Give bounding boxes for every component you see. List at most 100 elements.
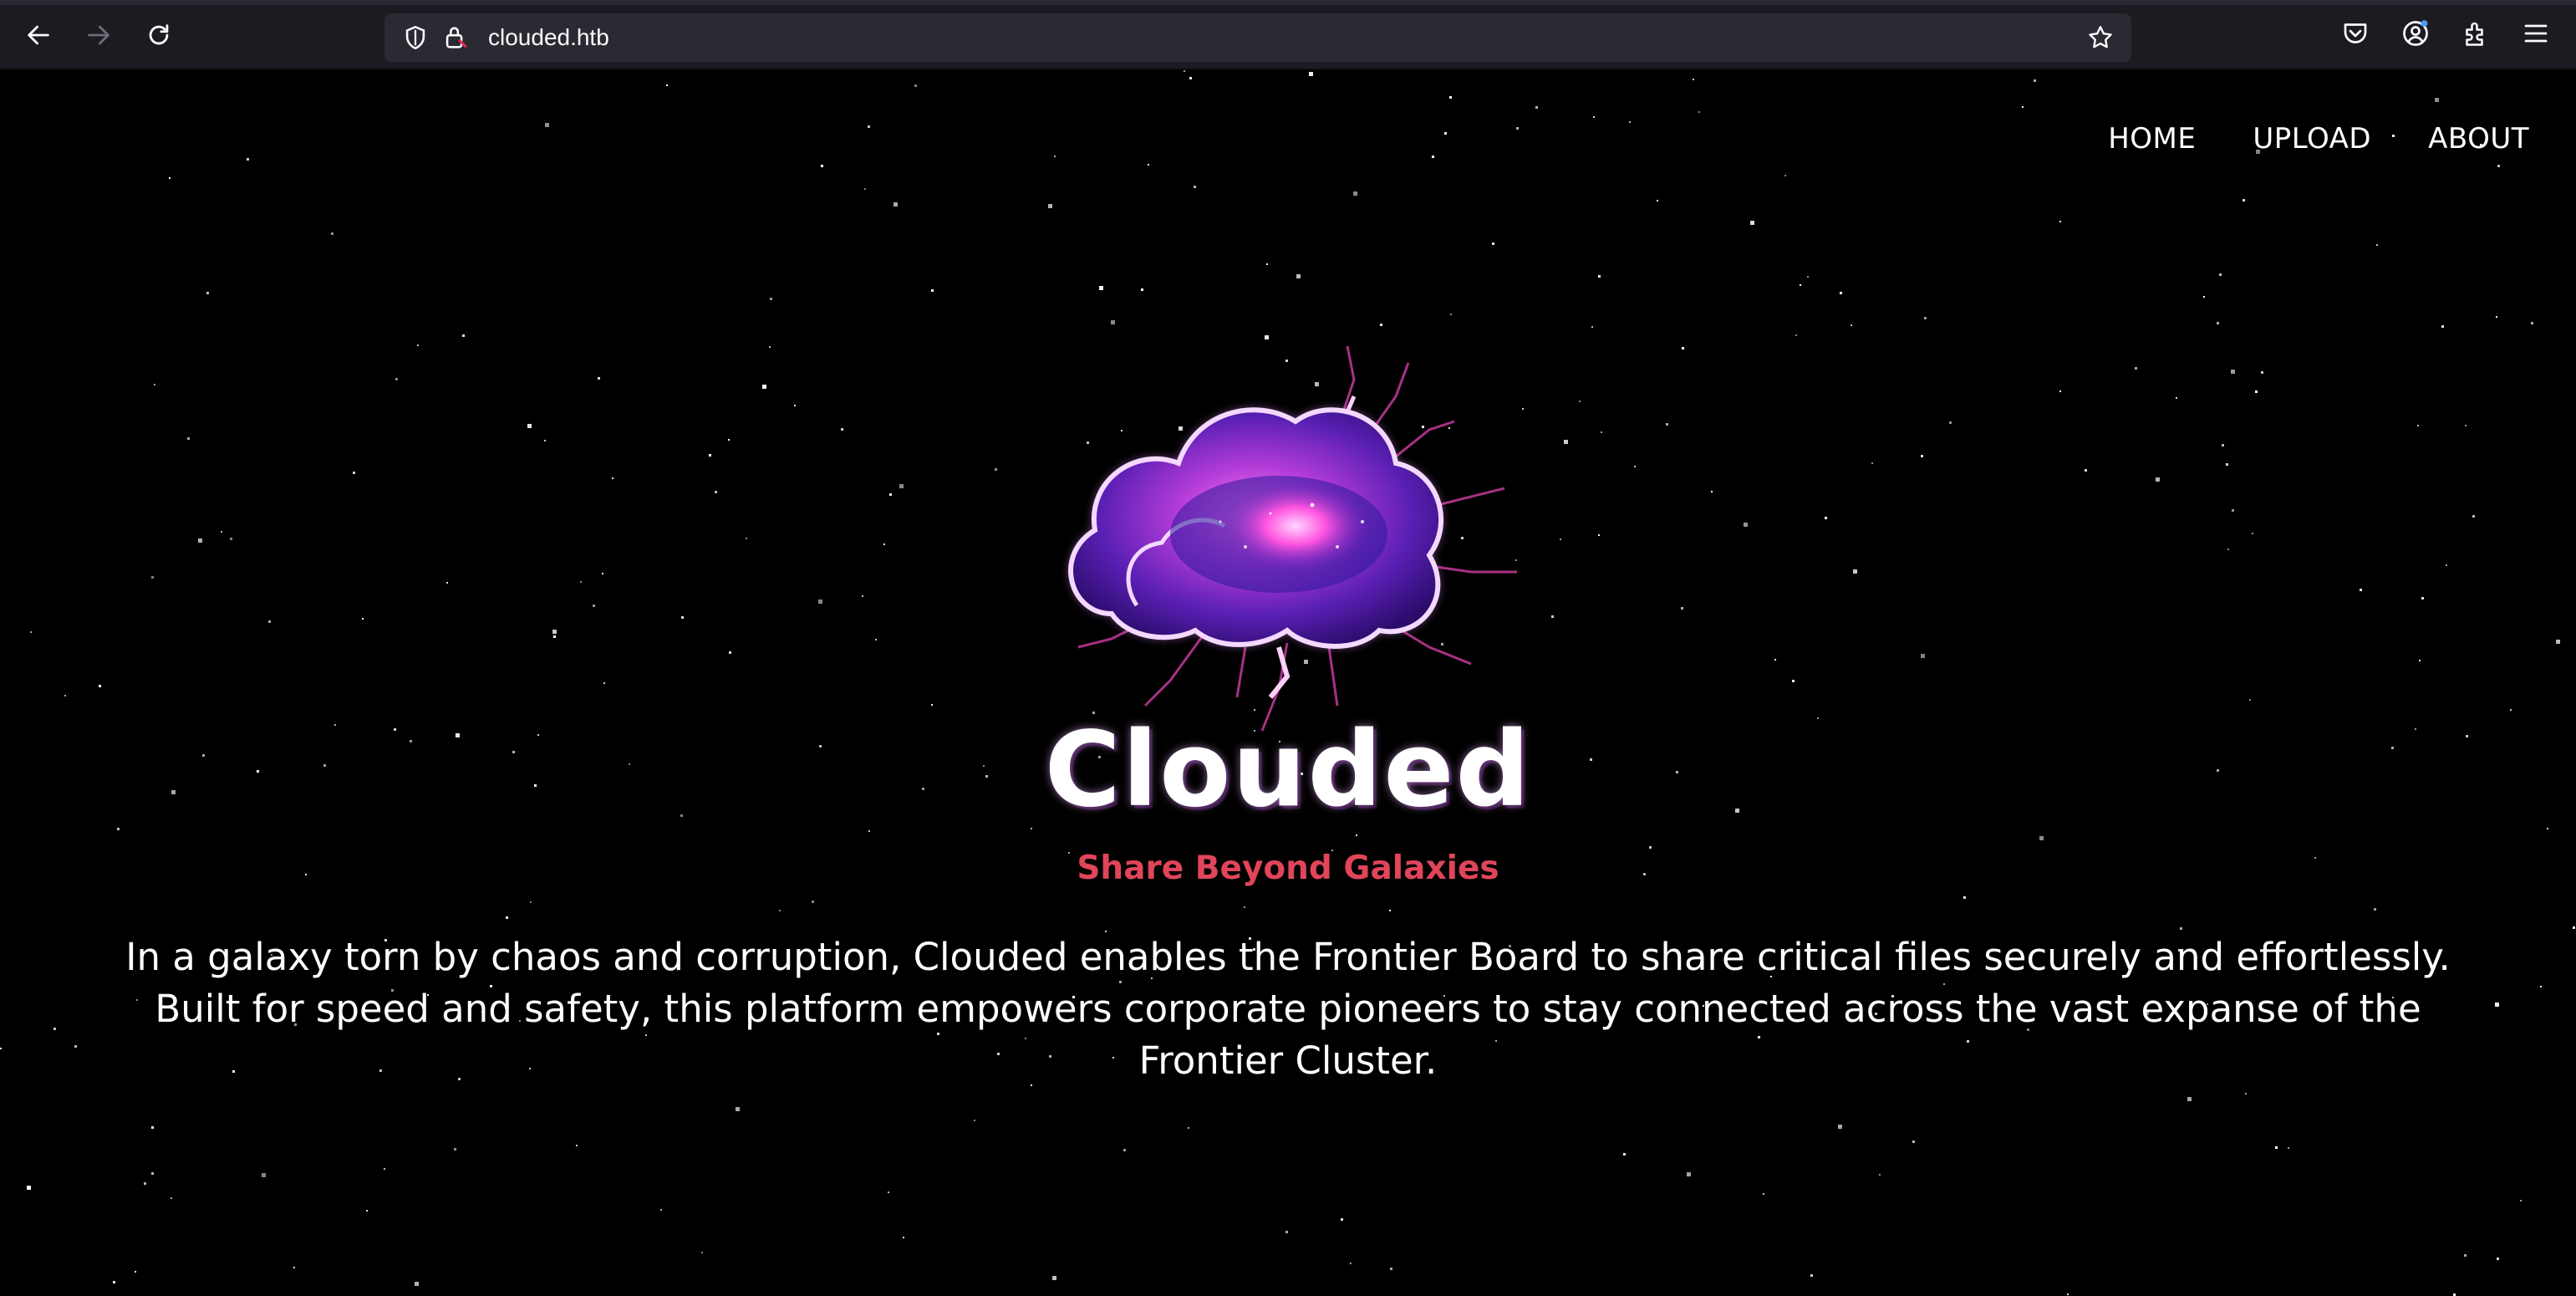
browser-toolbar: clouded.htb <box>0 0 2576 70</box>
star-dot <box>1194 186 1196 188</box>
extensions-button[interactable] <box>2461 18 2494 52</box>
star-dot <box>1141 288 1143 291</box>
insecure-lock-icon[interactable] <box>441 23 470 52</box>
star-dot <box>1634 466 1636 467</box>
star-dot <box>1871 462 1873 464</box>
star-dot <box>247 158 249 161</box>
tagline: Share Beyond Galaxies <box>1077 850 1499 887</box>
star-dot <box>221 531 222 533</box>
star-dot <box>1492 242 1494 245</box>
star-dot <box>1853 569 1857 574</box>
star-dot <box>2419 660 2421 661</box>
star-dot <box>1763 1193 1764 1195</box>
star-dot <box>2472 515 2475 518</box>
star-dot <box>1784 175 1786 176</box>
star-dot <box>603 682 605 684</box>
star-dot <box>864 188 866 190</box>
star-dot <box>1184 70 1185 72</box>
star-dot <box>151 576 154 579</box>
star-dot <box>1750 221 1754 225</box>
bookmark-star-icon[interactable] <box>2086 23 2115 52</box>
star-dot <box>268 620 271 623</box>
star-dot <box>868 830 870 832</box>
star-dot <box>593 605 595 607</box>
star-dot <box>2376 244 2378 246</box>
star-dot <box>2261 371 2263 374</box>
account-icon <box>2403 20 2428 46</box>
star-dot <box>728 439 730 441</box>
star-dot <box>2446 564 2447 566</box>
star-dot <box>931 704 933 706</box>
reload-button[interactable] <box>140 17 177 54</box>
star-dot <box>1188 1127 1189 1129</box>
star-dot <box>2180 927 2182 930</box>
star-dot <box>818 600 822 604</box>
star-dot <box>1579 401 1581 402</box>
star-dot <box>1148 164 1149 166</box>
star-dot <box>135 1271 136 1273</box>
star-dot <box>612 477 613 479</box>
star-dot <box>1810 1274 1813 1277</box>
pocket-button[interactable] <box>2340 18 2374 52</box>
star-dot <box>331 232 333 235</box>
star-dot <box>1795 334 1797 336</box>
reload-icon <box>149 24 169 45</box>
nav-about-link[interactable]: ABOUT <box>2428 122 2529 156</box>
star-dot <box>2435 98 2439 102</box>
star-dot <box>1649 846 1652 849</box>
forward-button[interactable] <box>80 17 117 54</box>
star-dot <box>888 1191 889 1193</box>
star-dot <box>1681 607 1683 610</box>
star-dot <box>1963 896 1966 899</box>
star-dot <box>812 901 814 903</box>
star-dot <box>2520 1200 2522 1202</box>
star-dot <box>2085 469 2087 472</box>
star-dot <box>1111 320 1115 324</box>
back-button[interactable] <box>20 17 57 54</box>
star-dot <box>544 440 546 441</box>
star-dot <box>1921 654 1925 658</box>
star-dot <box>262 1173 266 1177</box>
star-dot <box>2226 463 2228 466</box>
star-dot <box>1265 335 1269 339</box>
star-dot <box>384 1168 385 1170</box>
star-dot <box>2227 549 2229 550</box>
star-dot <box>1682 347 1684 350</box>
star-dot <box>1350 1263 1352 1264</box>
app-menu-button[interactable] <box>2521 18 2554 52</box>
star-dot <box>2417 425 2419 426</box>
star-dot <box>187 437 190 440</box>
star-dot <box>903 1237 904 1238</box>
star-dot <box>1296 274 1301 278</box>
star-dot <box>660 1209 662 1211</box>
nav-upload-link[interactable]: UPLOAD <box>2253 122 2371 156</box>
star-dot <box>1598 275 1601 278</box>
star-dot <box>2135 367 2137 370</box>
star-dot <box>1601 431 1602 433</box>
star-dot <box>1432 156 1434 158</box>
url-text[interactable]: clouded.htb <box>488 13 609 62</box>
star-dot <box>701 1252 703 1253</box>
address-bar[interactable]: clouded.htb <box>384 13 2131 62</box>
star-dot <box>2497 1258 2499 1260</box>
main-navigation: HOME UPLOAD ABOUT <box>2108 122 2529 156</box>
star-dot <box>198 538 202 543</box>
star-dot <box>883 543 885 545</box>
star-dot <box>1800 284 1801 286</box>
star-dot <box>746 538 747 539</box>
account-button[interactable] <box>2400 18 2434 52</box>
star-dot <box>1851 324 1852 326</box>
star-dot <box>1666 423 1668 426</box>
star-dot <box>1698 111 1700 113</box>
star-dot <box>2022 106 2024 108</box>
star-dot <box>681 616 684 619</box>
star-dot <box>2255 390 2258 393</box>
shield-icon[interactable] <box>401 23 430 52</box>
star-dot <box>1353 191 1357 196</box>
star-dot <box>899 484 904 488</box>
star-dot <box>362 618 364 620</box>
star-dot <box>2374 908 2376 911</box>
star-dot <box>1450 314 1452 315</box>
star-dot <box>1389 910 1391 911</box>
nav-home-link[interactable]: HOME <box>2108 122 2196 156</box>
